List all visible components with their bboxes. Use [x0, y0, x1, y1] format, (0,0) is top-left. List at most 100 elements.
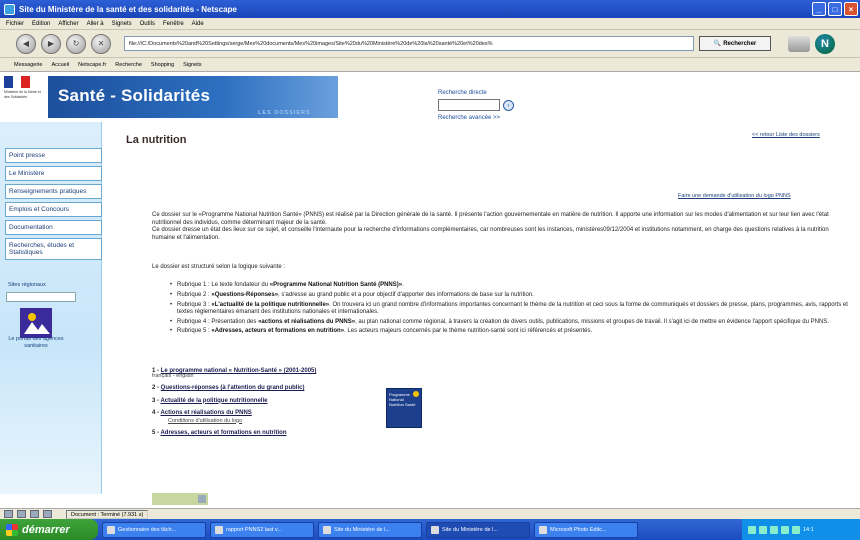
- app-icon: [215, 525, 223, 534]
- toc-link-actualite[interactable]: Actualité de la politique nutritionnelle: [160, 398, 267, 404]
- toolbar-item-signets[interactable]: Signets: [183, 62, 201, 68]
- app-icon: [431, 525, 439, 534]
- agences-sanitaires-portal-icon[interactable]: [20, 308, 52, 338]
- composer-icon[interactable]: [17, 510, 26, 518]
- sun-icon: [413, 391, 419, 397]
- tray-icon[interactable]: [770, 525, 778, 534]
- back-to-dossiers-link[interactable]: << retour Liste des dossiers: [752, 132, 820, 138]
- menu-bar: Fichier Edition Afficher Aller à Signets…: [0, 18, 860, 30]
- structure-intro: Le dossier est structuré selon la logiqu…: [152, 264, 286, 270]
- search-direct-label: Recherche directe: [438, 90, 487, 96]
- sites-regionaux-label: Sites régionaux: [8, 282, 46, 288]
- horizontal-scroll-thumb[interactable]: [152, 493, 208, 505]
- url-text: file:///C:/Documents%20and%20Settings/se…: [129, 40, 493, 47]
- menu-item-edition[interactable]: Edition: [32, 21, 50, 27]
- taskbar-item-photo-editor[interactable]: Microsoft Photo Editc...: [534, 521, 638, 538]
- toc-item-2: 2 - Questions-réponses (à l'attention du…: [152, 385, 305, 391]
- pnns-logo[interactable]: Programme National Nutrition Santé: [386, 388, 422, 428]
- back-icon[interactable]: ◀: [16, 33, 36, 54]
- taskbar-item-rapport[interactable]: rapport PNNS2 last v...: [210, 521, 314, 538]
- sidebar-item-point-presse[interactable]: Point presse: [5, 148, 102, 163]
- toc-link-adresses[interactable]: Adresses, acteurs et formations en nutri…: [160, 430, 286, 436]
- site-title[interactable]: Santé - Solidarités: [58, 86, 210, 106]
- sidebar-item-emplois[interactable]: Emplois et Concours: [5, 202, 102, 217]
- navigation-toolbar: ◀ ▶ ↻ ✕ file:///C:/Documents%20and%20Set…: [0, 30, 860, 58]
- netscape-app-icon: [4, 3, 15, 15]
- menu-item-outils[interactable]: Outils: [140, 21, 155, 27]
- taskbar-item-site-2[interactable]: Site du Ministère de l...: [426, 521, 530, 538]
- mail-icon[interactable]: [4, 510, 13, 518]
- scroll-arrow-icon[interactable]: [198, 495, 206, 503]
- maximize-icon[interactable]: □: [828, 2, 842, 16]
- toc-item-5: 5 - Adresses, acteurs et formations en n…: [152, 430, 287, 436]
- toolbar-item-netscape[interactable]: Netscape.fr: [78, 62, 106, 68]
- address-book-icon[interactable]: [30, 510, 39, 518]
- window-titlebar: Site du Ministère de la santé et des sol…: [0, 0, 860, 18]
- minimize-icon[interactable]: _: [812, 2, 826, 16]
- search-direct-input[interactable]: [438, 99, 500, 111]
- toc-item-4: 4 - Actions et réalisations du PNNS Cond…: [152, 410, 392, 425]
- search-button[interactable]: 🔍 Rechercher: [699, 36, 771, 51]
- reload-icon[interactable]: ↻: [66, 33, 86, 54]
- menu-item-aide[interactable]: Aide: [192, 21, 204, 27]
- start-label: démarrer: [22, 523, 70, 536]
- toc-link-questions[interactable]: Questions-réponses (à l'attention du gra…: [161, 385, 305, 391]
- pnns-logo-text: Programme National Nutrition Santé: [389, 392, 416, 407]
- site-header: Ministère de la Santé et des Solidarités…: [0, 72, 860, 122]
- netscape-logo-icon: N: [815, 33, 835, 54]
- list-item: Rubrique 3 : «L'actualité de la politiqu…: [170, 302, 850, 317]
- list-item: Rubrique 2 : «Questions-Réponses», s'adr…: [170, 292, 850, 300]
- sidebar-item-documentation[interactable]: Documentation: [5, 220, 102, 235]
- close-icon[interactable]: ×: [844, 2, 858, 16]
- flag-icon: [4, 76, 31, 88]
- toolbar-item-recherche[interactable]: Recherche: [115, 62, 142, 68]
- advanced-search-link[interactable]: Recherche avancée >>: [438, 115, 500, 121]
- tray-icon[interactable]: [759, 525, 767, 534]
- tray-icon[interactable]: [792, 525, 800, 534]
- print-icon[interactable]: [788, 35, 810, 52]
- status-text: Document : Terminé (7.931 s): [66, 509, 149, 519]
- tray-icon[interactable]: [748, 525, 756, 534]
- toolbar-item-accueil[interactable]: Accueil: [51, 62, 69, 68]
- forward-icon[interactable]: ▶: [41, 33, 61, 54]
- government-logo-text: Ministère de la Santé et des Solidarités: [4, 90, 41, 99]
- menu-item-afficher[interactable]: Afficher: [58, 21, 78, 27]
- system-tray: 14:1: [742, 519, 860, 540]
- taskbar-item-site-1[interactable]: Site du Ministère de l...: [318, 521, 422, 538]
- toolbar-item-shopping[interactable]: Shopping: [151, 62, 174, 68]
- intro-text: Ce dossier sur le «Programme National Nu…: [152, 212, 829, 226]
- tab-dossiers[interactable]: LES DOSSIERS: [258, 110, 311, 116]
- app-icon: [539, 525, 547, 534]
- sidebar-item-recherches[interactable]: Recherches, études et Statistiques: [5, 238, 102, 260]
- stop-icon[interactable]: ✕: [91, 33, 111, 54]
- sidebar-item-ministere[interactable]: Le Ministère: [5, 166, 102, 181]
- menu-item-signets[interactable]: Signets: [112, 21, 132, 27]
- tray-icon[interactable]: [781, 525, 789, 534]
- page-title: La nutrition: [126, 134, 187, 146]
- toc-link-conditions-logo[interactable]: Conditions d'utilisation du logo: [168, 418, 392, 426]
- portal-agences-text[interactable]: Le portail des agences sanitaires: [4, 336, 68, 349]
- security-icon[interactable]: [43, 510, 52, 518]
- windows-taskbar: démarrer Gestionnaire des tâch... rappor…: [0, 519, 860, 540]
- menu-item-fichier[interactable]: Fichier: [6, 21, 24, 27]
- list-item: Rubrique 5 : «Adresses, acteurs et forma…: [170, 328, 850, 336]
- search-icon: 🔍: [713, 41, 722, 47]
- clock[interactable]: 14:1: [803, 527, 814, 533]
- toc-link-actions[interactable]: Actions et réalisations du PNNS: [160, 410, 251, 416]
- sites-regionaux-select[interactable]: [6, 292, 76, 302]
- rubriques-list: Rubrique 1 : Le texte fondateur du «Prog…: [170, 282, 850, 338]
- windows-logo-icon: [6, 523, 18, 536]
- taskbar-item-task-manager[interactable]: Gestionnaire des tâch...: [102, 521, 206, 538]
- search-button-label: Rechercher: [723, 40, 757, 47]
- url-input[interactable]: file:///C:/Documents%20and%20Settings/se…: [124, 36, 694, 51]
- toolbar-item-messagerie[interactable]: Messagerie: [14, 62, 42, 68]
- search-go-button[interactable]: ›: [503, 100, 514, 111]
- sidebar-item-renseignements[interactable]: Renseignements pratiques: [5, 184, 102, 199]
- window-title: Site du Ministère de la santé et des sol…: [19, 4, 237, 14]
- start-button[interactable]: démarrer: [0, 519, 98, 540]
- government-logo[interactable]: Ministère de la Santé et des Solidarités: [4, 76, 44, 118]
- menu-item-aller[interactable]: Aller à: [87, 21, 104, 27]
- intro-paragraph: Ce dossier sur le «Programme National Nu…: [152, 212, 852, 242]
- logo-request-link[interactable]: Faire une demande d'utilisation du logo …: [678, 193, 858, 200]
- menu-item-fenetre[interactable]: Fenêtre: [163, 21, 184, 27]
